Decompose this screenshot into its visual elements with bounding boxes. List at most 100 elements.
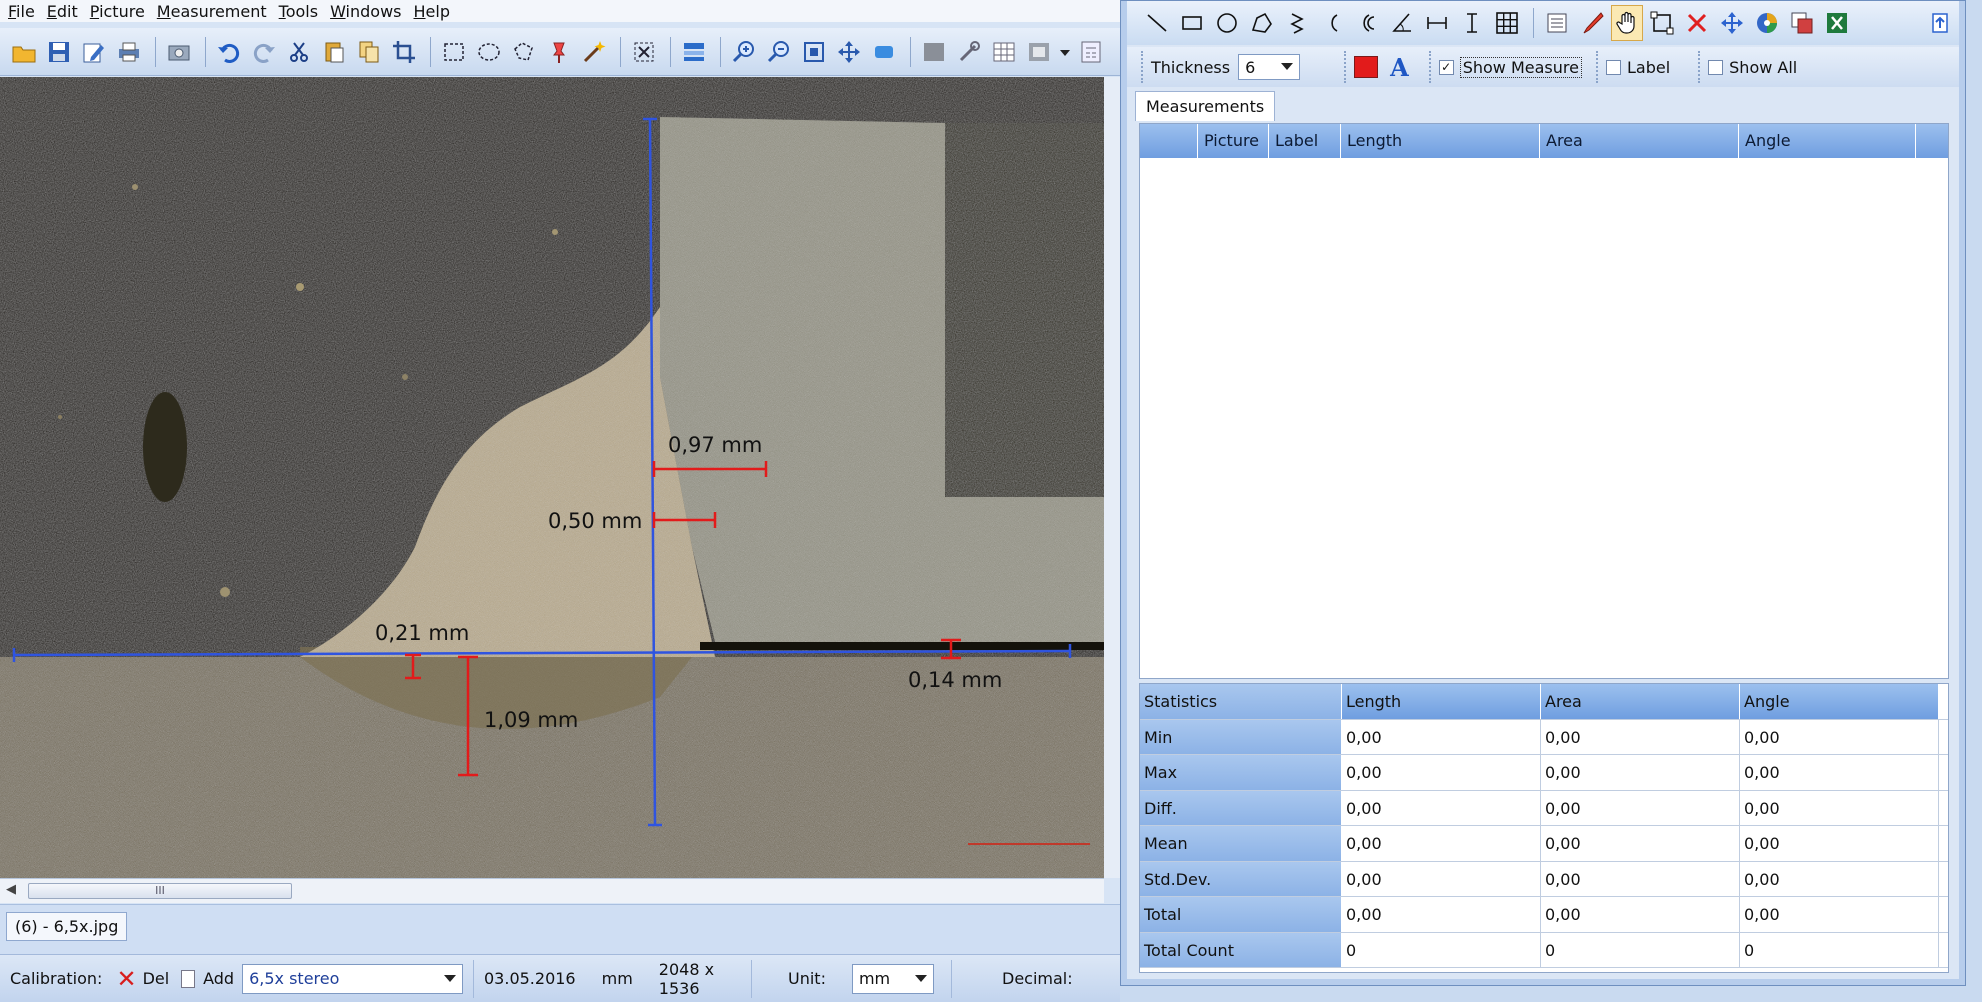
statistics-header-angle: Angle	[1740, 684, 1939, 719]
show-measure-checkbox[interactable]: ✓	[1438, 59, 1454, 75]
menu-tools[interactable]: Tools	[279, 2, 318, 21]
ellipse-select-icon[interactable]	[473, 36, 505, 68]
font-icon[interactable]: A	[1390, 53, 1409, 82]
magic-wand-icon[interactable]	[578, 36, 610, 68]
chevron-down-icon[interactable]	[444, 974, 456, 982]
rectangle-icon[interactable]	[1176, 5, 1208, 41]
vertical-distance-icon[interactable]	[1456, 5, 1488, 41]
line-color-swatch[interactable]	[1354, 56, 1379, 78]
note-icon[interactable]	[1541, 5, 1573, 41]
paste-icon[interactable]	[318, 36, 350, 68]
calibration-value: 6,5x stereo	[249, 969, 340, 988]
polygon-icon[interactable]	[1246, 5, 1278, 41]
frame-icon[interactable]	[1023, 36, 1055, 68]
color-wheel-icon[interactable]	[1751, 5, 1783, 41]
dropdown-icon[interactable]	[1058, 36, 1072, 68]
resin-speck	[296, 283, 304, 291]
tools-icon[interactable]	[953, 36, 985, 68]
menu-help[interactable]: Help	[414, 2, 450, 21]
menu-file[interactable]: File	[8, 2, 35, 21]
calc-icon[interactable]	[1075, 36, 1107, 68]
pan-icon[interactable]	[833, 36, 865, 68]
menu-measurement[interactable]: Measurement	[157, 2, 267, 21]
lasso-icon[interactable]	[508, 36, 540, 68]
show-measure-label[interactable]: Show Measure	[1459, 56, 1582, 78]
polyline-icon[interactable]	[1281, 5, 1313, 41]
circle-icon[interactable]	[1211, 5, 1243, 41]
add-calibration-icon[interactable]	[181, 969, 196, 988]
zoom-out-icon[interactable]	[763, 36, 795, 68]
statistics-row-label: Diff.	[1140, 790, 1342, 825]
statistics-row: Min 0,00 0,00 0,00	[1140, 719, 1948, 755]
excel-icon[interactable]	[1821, 5, 1853, 41]
show-all-label[interactable]: Show All	[1729, 58, 1797, 77]
column-header-label[interactable]: Label	[1269, 124, 1341, 158]
undo-icon[interactable]	[213, 36, 245, 68]
gray-box-icon[interactable]	[918, 36, 950, 68]
deselect-icon[interactable]	[628, 36, 660, 68]
image-date: 03.05.2016	[484, 969, 576, 988]
menu-picture[interactable]: Picture	[90, 2, 145, 21]
pin-select-icon[interactable]	[543, 36, 575, 68]
column-header-picture[interactable]: Picture	[1198, 124, 1269, 158]
add-calibration-button[interactable]: Add	[203, 969, 234, 988]
thickness-select[interactable]: 6	[1238, 54, 1301, 80]
hand-icon[interactable]	[1611, 5, 1643, 41]
scroll-left-arrow-icon[interactable]: ◀	[6, 882, 16, 897]
zoom-in-icon[interactable]	[728, 36, 760, 68]
menu-windows[interactable]: Windows	[330, 2, 401, 21]
arc-icon[interactable]	[1316, 5, 1348, 41]
actual-size-icon[interactable]	[868, 36, 900, 68]
column-header-length[interactable]: Length	[1341, 124, 1540, 158]
delete-calibration-button[interactable]: Del	[143, 969, 170, 988]
move-icon[interactable]	[1716, 5, 1748, 41]
redo-icon[interactable]	[248, 36, 280, 68]
show-all-checkbox[interactable]	[1708, 59, 1724, 75]
unit-select[interactable]: mm	[851, 963, 934, 994]
grid-icon[interactable]	[988, 36, 1020, 68]
measurements-table[interactable]: Picture Label Length Area Angle	[1139, 123, 1949, 679]
main-toolbar	[0, 28, 1120, 76]
save-icon[interactable]	[43, 36, 75, 68]
column-header-select[interactable]	[1140, 124, 1198, 158]
column-header-angle[interactable]: Angle	[1739, 124, 1916, 158]
rect-select-icon[interactable]	[438, 36, 470, 68]
chevron-down-icon[interactable]	[914, 974, 927, 982]
toolbar-separator	[430, 36, 431, 67]
camera-icon[interactable]	[163, 36, 195, 68]
delete-calibration-icon[interactable]: ✕	[116, 965, 136, 993]
color-group: A	[1344, 51, 1423, 83]
grid-icon[interactable]	[1491, 5, 1523, 41]
transform-icon[interactable]	[1646, 5, 1678, 41]
chevron-down-icon[interactable]	[1281, 63, 1294, 70]
copy-icon[interactable]	[353, 36, 385, 68]
pointer-icon[interactable]	[1576, 5, 1608, 41]
crop-icon[interactable]	[388, 36, 420, 68]
horizontal-distance-icon[interactable]	[1421, 5, 1453, 41]
tab-measurements[interactable]: Measurements	[1135, 91, 1276, 121]
image-tab[interactable]: (6) - 6,5x.jpg	[6, 912, 128, 941]
image-viewport[interactable]: 0,97 mm 0,50 mm 0,21 mm 1,09 mm 0,14 mm	[0, 77, 1104, 878]
menu-edit[interactable]: Edit	[47, 2, 78, 21]
micrograph-canvas[interactable]: 0,97 mm 0,50 mm 0,21 mm 1,09 mm 0,14 mm	[0, 77, 1104, 878]
angle-icon[interactable]	[1386, 5, 1418, 41]
measure-toolbar	[1127, 1, 1959, 45]
scroll-thumb[interactable]: III	[28, 883, 292, 899]
calibration-select[interactable]: 6,5x stereo	[242, 963, 463, 994]
edit-icon[interactable]	[78, 36, 110, 68]
double-arc-icon[interactable]	[1351, 5, 1383, 41]
label-checkbox[interactable]	[1605, 59, 1621, 75]
line-icon[interactable]	[1141, 5, 1173, 41]
print-icon[interactable]	[113, 36, 145, 68]
layers-icon[interactable]	[678, 36, 710, 68]
cut-icon[interactable]	[283, 36, 315, 68]
pin-icon[interactable]	[1929, 11, 1951, 35]
horizontal-scrollbar[interactable]: ◀ III	[0, 878, 1104, 903]
vertical-scrollbar[interactable]	[1104, 77, 1120, 878]
open-icon[interactable]	[8, 36, 40, 68]
export-icon[interactable]	[1786, 5, 1818, 41]
column-header-area[interactable]: Area	[1540, 124, 1739, 158]
label-checkbox-label[interactable]: Label	[1627, 58, 1670, 77]
delete-icon[interactable]	[1681, 5, 1713, 41]
fit-icon[interactable]	[798, 36, 830, 68]
